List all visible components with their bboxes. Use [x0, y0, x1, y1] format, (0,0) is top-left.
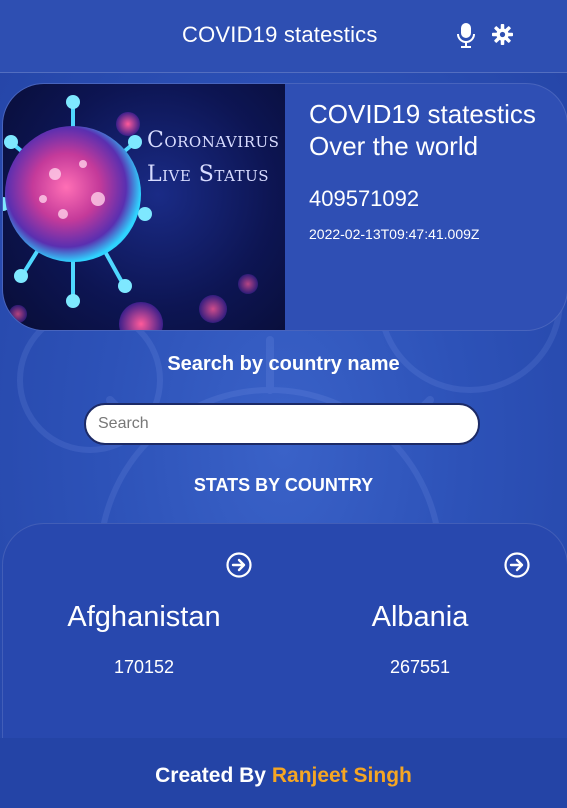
global-stats-info: COVID19 statestics Over the world 409571… — [309, 98, 536, 242]
total-cases: 409571092 — [309, 186, 420, 211]
search-label: Search by country name — [167, 353, 400, 375]
banner-line-2: Live Status — [147, 162, 270, 187]
footer-credit: Created By Ranjeet Singh — [0, 764, 567, 788]
virus-illustration — [3, 95, 258, 330]
app-header: COVID19 statestics — [0, 0, 567, 73]
country-cases: 267551 — [389, 657, 451, 677]
country-name: Albania — [371, 601, 469, 633]
banner-line-1: Coronavirus — [147, 128, 280, 153]
footer-author: Ranjeet Singh — [271, 764, 412, 787]
arrow-right-circle-icon[interactable] — [226, 552, 252, 578]
banner-caption: Coronavirus Live Status — [147, 124, 279, 192]
country-name: Afghanistan — [67, 601, 221, 633]
country-card[interactable]: Afghanistan 170152 — [3, 524, 285, 754]
global-stats-card: Coronavirus Live Status COVID19 statesti… — [2, 83, 567, 331]
last-updated-timestamp: 2022-02-13T09:47:41.009Z — [309, 226, 480, 242]
heading-line-1: COVID19 statestics — [309, 99, 536, 129]
gear-icon[interactable] — [492, 24, 513, 45]
microphone-icon[interactable] — [456, 22, 476, 48]
country-card[interactable]: Albania 267551 — [279, 524, 561, 754]
heading-line-2: Over the world — [309, 131, 479, 161]
coronavirus-banner-image: Coronavirus Live Status — [3, 84, 285, 330]
country-cases: 170152 — [113, 657, 175, 677]
app-title: COVID19 statestics — [182, 22, 378, 47]
arrow-right-circle-icon[interactable] — [504, 552, 530, 578]
footer: Created By Ranjeet Singh — [0, 738, 567, 808]
country-stats-panel: Afghanistan 170152 Albania 267551 — [2, 523, 567, 754]
global-heading: COVID19 statestics Over the world — [309, 98, 536, 162]
footer-prefix: Created By — [155, 764, 266, 787]
search-input[interactable] — [84, 403, 480, 445]
stats-by-country-heading: STATS BY COUNTRY — [193, 475, 374, 495]
